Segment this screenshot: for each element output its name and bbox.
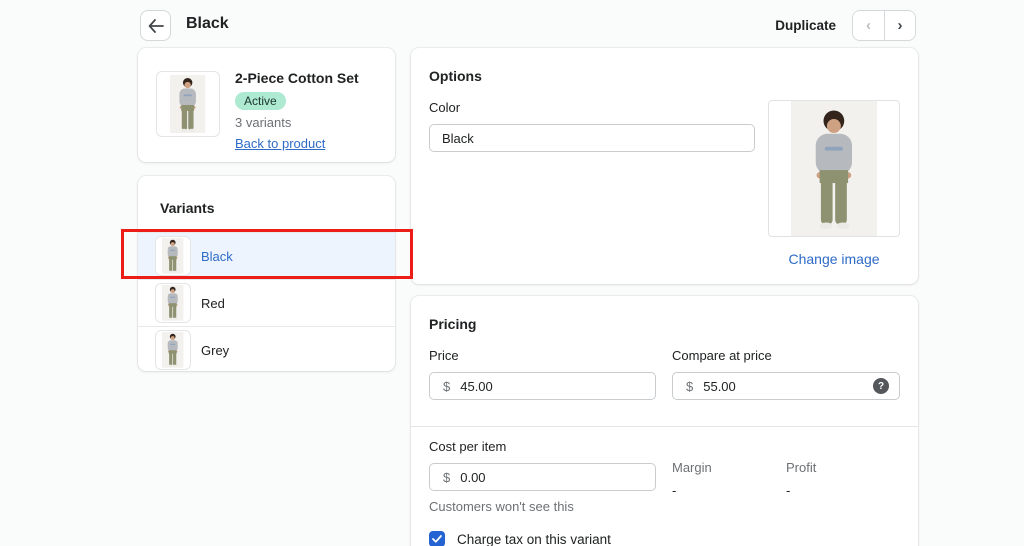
margin-profit-block: Margin - Profit - [672, 439, 900, 515]
help-icon[interactable]: ? [873, 378, 889, 394]
pricing-card-title: Pricing [429, 316, 477, 332]
variants-card: Variants Black Red Grey [138, 176, 395, 371]
product-info: 2-Piece Cotton Set Active 3 variants Bac… [235, 70, 359, 152]
variant-image-block: Change image [768, 100, 900, 267]
variants-card-title: Variants [160, 200, 215, 216]
page-title: Black [186, 15, 229, 32]
compare-price-label: Compare at price [672, 348, 772, 363]
variant-row-red[interactable]: Red [138, 279, 395, 326]
margin-value: - [672, 483, 677, 498]
back-button[interactable] [140, 10, 171, 41]
options-card: Options Color Change image [411, 48, 918, 284]
variant-row-black[interactable]: Black [138, 232, 395, 279]
previous-variant-button[interactable]: ‹ [853, 11, 884, 40]
variant-image [768, 100, 900, 237]
pricing-card: Pricing Price $ Compare at price $ ? [411, 296, 918, 546]
options-card-title: Options [429, 68, 482, 84]
tax-row: Charge tax on this variant [429, 531, 900, 546]
pricing-divider [411, 426, 918, 427]
color-input[interactable] [429, 124, 755, 152]
duplicate-button[interactable]: Duplicate [773, 14, 838, 37]
check-icon [432, 535, 442, 543]
color-field-label: Color [429, 100, 461, 115]
variant-pager: ‹ › [852, 10, 916, 41]
cost-help-text: Customers won't see this [429, 499, 574, 514]
variants-count: 3 variants [235, 115, 292, 130]
variant-label: Red [201, 295, 225, 311]
price-field-group: Price $ [429, 348, 656, 400]
back-to-product-link[interactable]: Back to product [235, 136, 325, 151]
variant-edit-page: Black Duplicate ‹ › 2-Piece Cotton Set A… [0, 0, 1024, 546]
variant-label: Grey [201, 342, 230, 358]
chevron-left-icon: ‹ [866, 17, 871, 34]
cost-field-label: Cost per item [429, 439, 507, 454]
profit-value: - [786, 483, 791, 498]
currency-prefix: $ [443, 469, 451, 485]
cost-field-group: Cost per item $ Customers won't see this [429, 439, 656, 515]
product-title: 2-Piece Cotton Set [235, 70, 359, 86]
variant-thumbnail [155, 330, 191, 370]
profit-block: Profit - [786, 460, 900, 515]
compare-price-field-group: Compare at price $ ? [672, 348, 900, 400]
tax-checkbox[interactable] [429, 531, 445, 546]
variant-row-grey[interactable]: Grey [138, 326, 395, 373]
price-input[interactable] [460, 378, 645, 394]
variant-thumbnail [155, 283, 191, 323]
margin-block: Margin - [672, 460, 786, 515]
currency-prefix: $ [443, 378, 451, 394]
next-variant-button[interactable]: › [884, 11, 915, 40]
tax-checkbox-label: Charge tax on this variant [457, 531, 611, 546]
currency-prefix: $ [686, 378, 694, 394]
options-body: Color Change image [429, 100, 900, 267]
chevron-right-icon: › [897, 17, 903, 34]
price-input-wrap: $ [429, 372, 656, 400]
cost-input-wrap: $ [429, 463, 656, 491]
variant-label: Black [201, 248, 233, 264]
variant-thumbnail [155, 236, 191, 276]
back-arrow-icon [148, 18, 164, 33]
status-badge: Active [235, 92, 286, 110]
price-row: Price $ Compare at price $ ? [429, 348, 900, 400]
cost-row: Cost per item $ Customers won't see this… [429, 439, 900, 515]
product-summary-card: 2-Piece Cotton Set Active 3 variants Bac… [138, 48, 395, 162]
color-field-group: Color [429, 100, 755, 267]
cost-input[interactable] [460, 469, 645, 485]
margin-label: Margin [672, 460, 712, 475]
header-actions: Duplicate ‹ › [773, 10, 916, 41]
compare-price-input[interactable] [703, 378, 873, 394]
change-image-link[interactable]: Change image [768, 251, 900, 267]
variant-photo [791, 101, 877, 236]
price-field-label: Price [429, 348, 459, 363]
profit-label: Profit [786, 460, 817, 475]
compare-price-input-wrap: $ ? [672, 372, 900, 400]
product-thumbnail [156, 71, 220, 137]
